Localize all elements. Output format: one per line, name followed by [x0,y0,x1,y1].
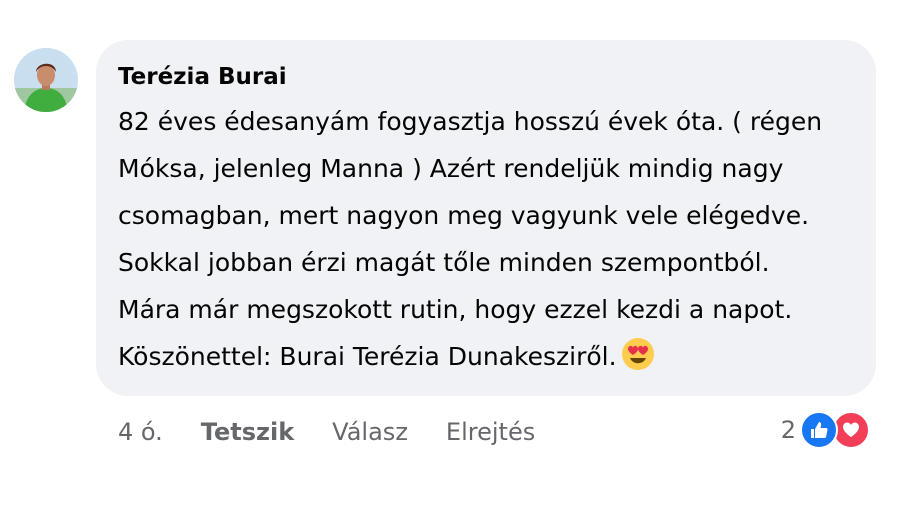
comment-text: 82 éves édesanyám fogyasztja hosszú évek… [118,98,856,386]
comment-author[interactable]: Terézia Burai [118,62,856,92]
reactions-summary[interactable]: 2 [781,410,870,450]
reaction-count: 2 [780,416,796,444]
like-button[interactable]: Tetszik [201,418,294,446]
comment-text-line: Sokkal jobban érzi magát tőle minden sze… [118,248,770,277]
like-icon [800,411,838,449]
reply-button[interactable]: Válasz [332,418,408,446]
comment-text-line: Móksa, jelenleg Manna ) Azért rendeljük … [118,154,784,183]
comment-timestamp[interactable]: 4 ó. [118,418,163,446]
comment: Terézia Burai 82 éves édesanyám fogyaszt… [0,0,900,506]
comment-text-last-line: Köszönettel: Burai Terézia Dunakesziről. [118,333,856,386]
comment-text-line: 82 éves édesanyám fogyasztja hosszú évek… [118,107,823,136]
heart-eyes-emoji-icon [621,337,655,386]
hide-button[interactable]: Elrejtés [446,418,535,446]
comment-bubble: Terézia Burai 82 éves édesanyám fogyaszt… [96,40,876,396]
comment-text-line: Köszönettel: Burai Terézia Dunakesziről. [118,342,617,371]
avatar[interactable] [14,48,78,112]
comment-text-line: csomagban, mert nagyon meg vagyunk vele … [118,201,810,230]
comment-text-line: Mára már megszokott rutin, hogy ezzel ke… [118,295,793,324]
avatar-photo [14,48,78,112]
comment-actions: 4 ó. Tetszik Válasz Elrejtés [118,412,573,452]
